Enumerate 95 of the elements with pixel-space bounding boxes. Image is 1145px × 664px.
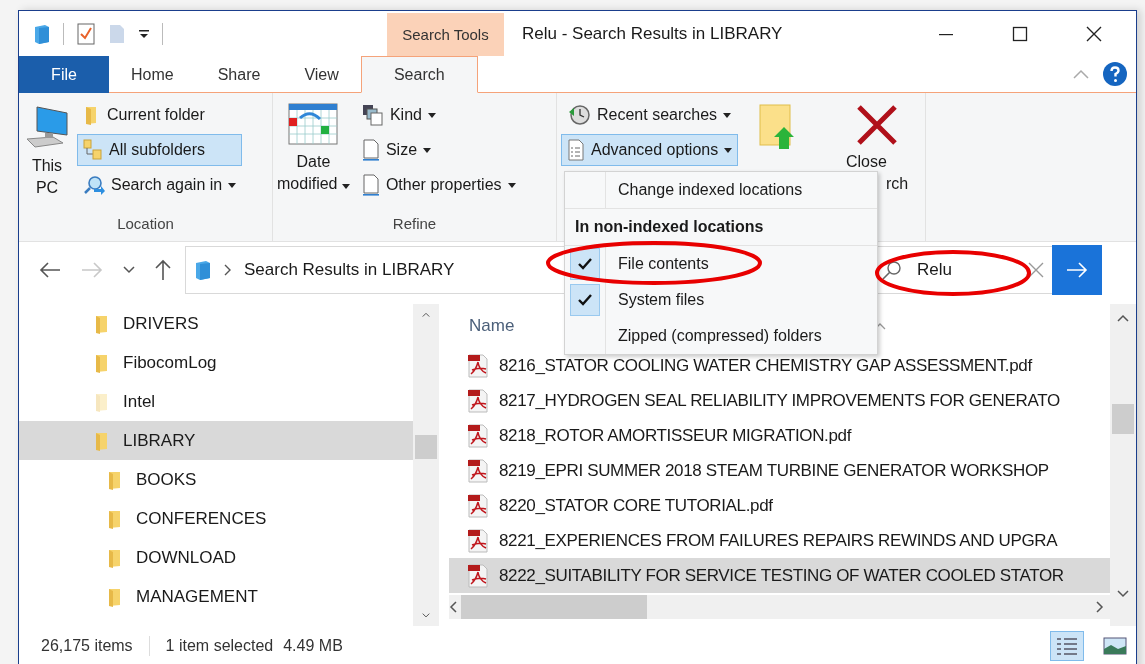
- selection-info: 1 item selected: [165, 637, 274, 655]
- folder-icon: [108, 469, 122, 490]
- tree-item[interactable]: LIBRARY: [19, 421, 413, 460]
- folder-icon: [95, 391, 109, 412]
- refine-option[interactable]: Kind: [355, 99, 522, 131]
- file-row[interactable]: 8222_SUITABILITY FOR SERVICE TESTING OF WATER COOLED STATOR: [449, 558, 1110, 593]
- ribbon-tab[interactable]: View: [282, 56, 361, 93]
- go-button[interactable]: [1052, 245, 1102, 295]
- close-search-icon: [855, 103, 900, 147]
- tree-item[interactable]: DOWNLOAD: [19, 538, 413, 577]
- pdf-icon: [467, 528, 489, 553]
- recent-locations-icon[interactable]: [123, 266, 135, 274]
- options-list-icon: [567, 139, 585, 161]
- scrollbar[interactable]: [449, 595, 1110, 619]
- location-option[interactable]: Search again in: [77, 169, 243, 201]
- file-row[interactable]: 8220_STATOR CORE TUTORIAL.pdf: [449, 488, 1110, 523]
- ribbon-tab[interactable]: File: [19, 56, 109, 93]
- chevron-icon: [224, 264, 232, 276]
- scroll-thumb[interactable]: [415, 435, 437, 459]
- group-label: Refine: [391, 215, 438, 234]
- date-modified-button[interactable]: Date modified: [277, 99, 350, 215]
- folder-icon: [95, 352, 109, 373]
- clear-icon[interactable]: [1028, 262, 1044, 278]
- item-count: 26,175 items: [41, 637, 133, 655]
- arrow-right-icon: [1066, 262, 1088, 278]
- tree-item[interactable]: DRIVERS: [19, 304, 413, 343]
- close-icon[interactable]: [1086, 25, 1102, 42]
- folder-icon: [108, 508, 122, 529]
- pdf-icon: [467, 563, 489, 588]
- tree-item[interactable]: BOOKS: [19, 460, 413, 499]
- ribbon-tab[interactable]: Share: [195, 56, 283, 93]
- scroll-up-icon[interactable]: [1117, 314, 1129, 322]
- caret-icon: [723, 112, 732, 118]
- folder-icon: [108, 586, 122, 607]
- scroll-thumb[interactable]: [1112, 404, 1134, 434]
- search-icon: [881, 259, 903, 281]
- options-button[interactable]: Recent searches: [561, 99, 739, 131]
- options-button[interactable]: Advanced options: [561, 134, 739, 166]
- tree-item[interactable]: FibocomLog: [19, 343, 413, 382]
- subfolders-icon: [83, 139, 103, 161]
- kind-icon: [361, 104, 384, 126]
- this-pc-button[interactable]: This PC: [23, 99, 71, 215]
- pdf-icon: [467, 493, 489, 518]
- maximize-icon[interactable]: [1012, 25, 1028, 42]
- search-again-icon: [83, 175, 105, 195]
- context-tab-header: Search Tools: [387, 13, 504, 56]
- tree-item[interactable]: MANAGEMENT: [19, 577, 413, 616]
- file-row[interactable]: 8221_EXPERIENCES FROM FAILURES REPAIRS REWINDS AND UPGRA: [449, 523, 1110, 558]
- location-option[interactable]: All subfolders: [77, 134, 243, 166]
- ribbon-tab[interactable]: Home: [109, 56, 196, 93]
- file-row[interactable]: 8217_HYDROGEN SEAL RELIABILITY IMPROVEMENTS FOR GENERATO: [449, 383, 1110, 418]
- scroll-right-icon[interactable]: [1096, 601, 1104, 613]
- refine-option[interactable]: Other properties: [355, 169, 522, 201]
- folder-icon: [95, 430, 109, 451]
- scroll-down-icon[interactable]: [1117, 590, 1129, 598]
- pdf-icon: [467, 353, 489, 378]
- ribbon-tab[interactable]: Search: [360, 56, 478, 93]
- menu-heading: In non-indexed locations: [565, 208, 877, 246]
- location-option[interactable]: Current folder: [77, 99, 243, 131]
- tree-item[interactable]: Intel: [19, 382, 413, 421]
- properties-icon[interactable]: [76, 22, 96, 45]
- file-row[interactable]: 8219_EPRI SUMMER 2018 STEAM TURBINE GENERATOR WORKSHOP: [449, 453, 1110, 488]
- tree-item[interactable]: CONFERENCES: [19, 499, 413, 538]
- pdf-icon: [467, 458, 489, 483]
- pdf-icon: [467, 423, 489, 448]
- scroll-up-icon[interactable]: [420, 312, 432, 318]
- thumbnail-view-icon: [1103, 637, 1127, 655]
- calendar-icon: [288, 103, 339, 147]
- scroll-left-icon[interactable]: [449, 601, 457, 613]
- scroll-thumb[interactable]: [461, 595, 647, 619]
- folder-icon: [95, 313, 109, 334]
- caret-icon: [724, 147, 733, 153]
- up-icon[interactable]: [155, 259, 171, 281]
- refine-option[interactable]: Size: [355, 134, 522, 166]
- back-icon[interactable]: [39, 262, 61, 278]
- view-button[interactable]: [1050, 631, 1084, 661]
- group-label: Location: [116, 215, 175, 234]
- document-icon: [361, 174, 380, 196]
- pdf-icon: [467, 388, 489, 413]
- scroll-down-icon[interactable]: [420, 612, 432, 618]
- caret-icon: [341, 184, 350, 189]
- details-view-icon: [1056, 636, 1078, 656]
- folder-icon: [108, 547, 122, 568]
- clock-icon: [567, 104, 591, 126]
- column-header[interactable]: Name: [469, 316, 515, 336]
- document-icon: [361, 139, 380, 161]
- explorer-icon: [194, 260, 212, 280]
- file-row[interactable]: 8218_ROTOR AMORTISSEUR MIGRATION.pdf: [449, 418, 1110, 453]
- window-title: Relu - Search Results in LIBRARY: [522, 23, 784, 44]
- help-icon[interactable]: [1102, 61, 1128, 87]
- address-path: Search Results in LIBRARY: [244, 260, 455, 280]
- scrollbar[interactable]: [1110, 304, 1136, 626]
- scrollbar[interactable]: [413, 304, 439, 626]
- explorer-icon: [33, 23, 51, 44]
- selection-size: 4.49 MB: [283, 637, 343, 655]
